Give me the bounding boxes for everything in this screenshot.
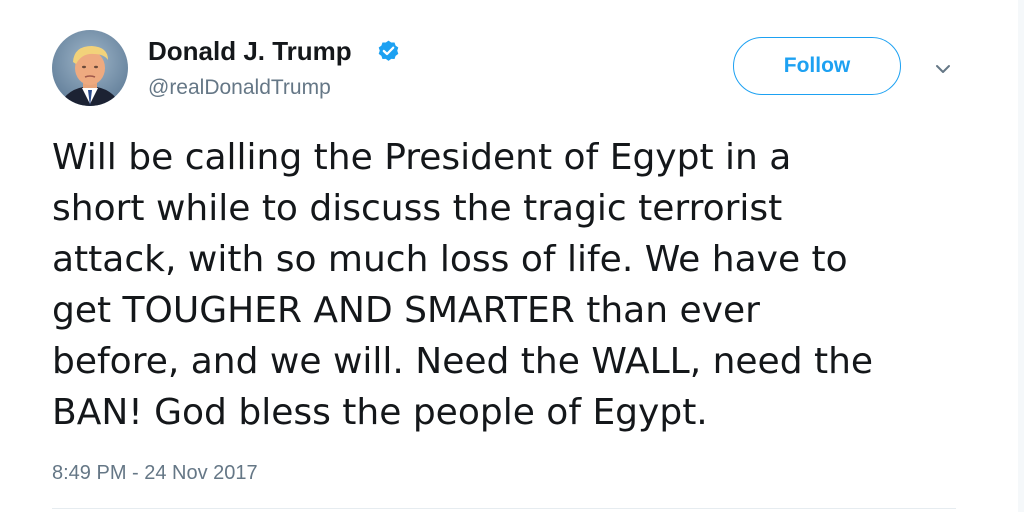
- display-name[interactable]: Donald J. Trump: [148, 36, 352, 66]
- tweet-text-line: get TOUGHER AND SMARTER than ever: [52, 290, 760, 331]
- follow-button[interactable]: Follow: [733, 37, 901, 95]
- verified-badge-icon: [378, 40, 399, 61]
- tweet-text: Will be calling the President of Egypt i…: [52, 132, 992, 438]
- profile-photo-icon: [52, 30, 128, 106]
- tweet-text-line: short while to discuss the tragic terror…: [52, 188, 783, 229]
- tweet-card: Donald J. Trump @realDonaldTrump Follow …: [0, 0, 1024, 512]
- tweet-text-line: attack, with so much loss of life. We ha…: [52, 239, 848, 280]
- chevron-down-icon[interactable]: [930, 60, 956, 78]
- user-handle[interactable]: @realDonaldTrump: [148, 75, 331, 101]
- avatar[interactable]: [52, 30, 128, 106]
- divider: [52, 508, 956, 509]
- tweet-text-line: Will be calling the President of Egypt i…: [52, 137, 792, 178]
- tweet-text-line: before, and we will. Need the WALL, need…: [52, 341, 874, 382]
- tweet-timestamp[interactable]: 8:49 PM - 24 Nov 2017: [52, 460, 258, 486]
- tweet-text-line: BAN! God bless the people of Egypt.: [52, 392, 708, 433]
- scrollbar-track: [1018, 0, 1024, 512]
